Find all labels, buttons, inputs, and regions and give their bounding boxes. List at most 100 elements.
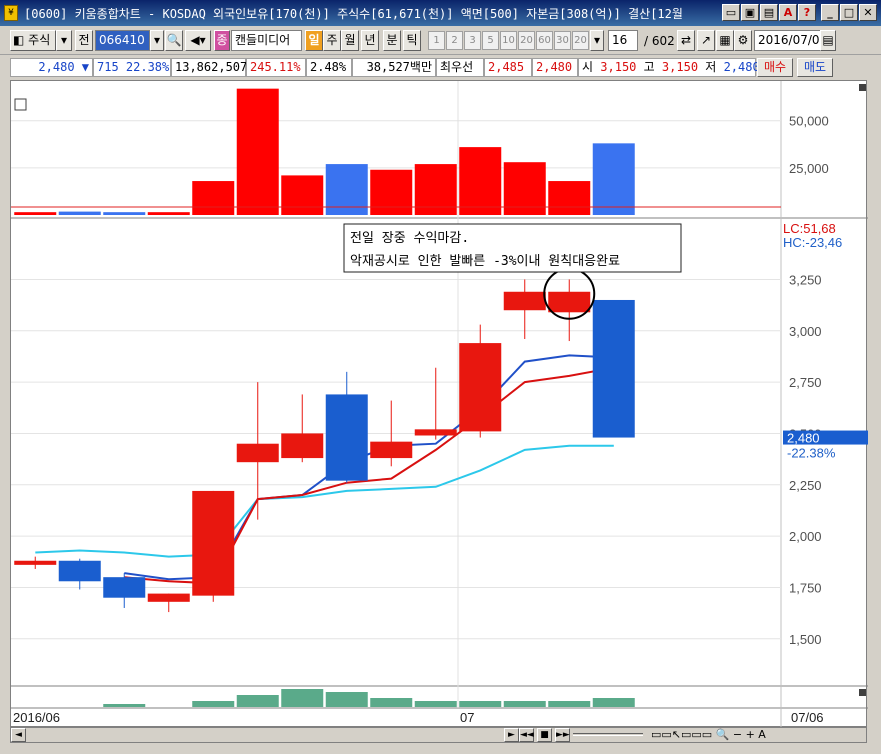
- maximize-icon[interactable]: □: [840, 4, 858, 21]
- price-tag-label: 2,480: [787, 431, 820, 446]
- stock-code-input[interactable]: 066410: [95, 30, 150, 51]
- price-tick-label: 3,000: [789, 324, 822, 339]
- open-value: 3,150: [600, 60, 637, 74]
- current-price: 2,480 ▼: [10, 58, 93, 77]
- pct-tag-label: -22.38%: [787, 446, 836, 461]
- annotation-box: 전일 장중 수익마감. 악재공시로 인한 발빠른 -3%이내 원칙대응완료: [343, 223, 682, 273]
- title-bar: ¥ [0600] 키움종합차트 - KOSDAQ 외국인보유[170(천)] 주…: [0, 0, 881, 26]
- market-type-label: 주식: [28, 33, 51, 47]
- volume-bar: [192, 181, 235, 215]
- line-tool-icon[interactable]: ↗: [697, 30, 715, 51]
- scroll-forward-button[interactable]: ►►: [555, 728, 570, 742]
- sell-button[interactable]: 매도: [797, 58, 833, 77]
- period-5[interactable]: 5: [482, 31, 499, 50]
- volume-bar: [281, 175, 324, 215]
- annotation-text: 악재공시로 인한 발빠른 -3%이내 원칙대응완료: [350, 254, 620, 269]
- volume-bar: [103, 212, 146, 215]
- close-icon[interactable]: ✕: [859, 4, 877, 21]
- scroll-left-button[interactable]: ◄: [11, 728, 26, 742]
- prev-button[interactable]: 전: [75, 30, 93, 51]
- zoom-slider[interactable]: [573, 733, 643, 736]
- search-icon[interactable]: 🔍: [165, 30, 183, 51]
- tab-period-tick[interactable]: 틱: [403, 30, 421, 51]
- count-input[interactable]: 16: [608, 30, 638, 51]
- candle-body: [592, 299, 635, 438]
- chart-mode-icon: ◧: [13, 33, 25, 47]
- volume-tick-label: 25,000: [789, 161, 829, 176]
- period-dropdown-icon[interactable]: ▾: [590, 30, 604, 51]
- toolbar: ◧ 주식 ▾ 전 066410 ▾ 🔍 ◀▾ 종 캔들미디어 일 주 월 년 분…: [0, 26, 881, 55]
- minimize-icon[interactable]: _: [821, 4, 839, 21]
- gear-icon[interactable]: ⚙: [734, 30, 752, 51]
- volume-bar: [370, 169, 413, 215]
- best-bid: 2,480: [532, 58, 578, 77]
- candle-body: [459, 343, 502, 432]
- ma-long-line: [35, 444, 614, 558]
- collapse-volume-icon: [859, 84, 866, 91]
- histogram-bar: [236, 695, 279, 707]
- high-label: 고: [643, 60, 655, 74]
- candle-body: [14, 560, 57, 565]
- tile-icon[interactable]: ▤: [760, 4, 778, 21]
- zoom-tools[interactable]: ▭▭↖▭▭▭ 🔍 − + A: [651, 728, 766, 742]
- period-30[interactable]: 30: [554, 31, 571, 50]
- period-2[interactable]: 2: [446, 31, 463, 50]
- window-title: [0600] 키움종합차트 - KOSDAQ 외국인보유[170(천)] 주식수…: [24, 7, 683, 21]
- period-60[interactable]: 60: [536, 31, 553, 50]
- histogram-bar: [459, 701, 502, 707]
- market-dropdown-icon[interactable]: ▾: [56, 30, 72, 51]
- period-1[interactable]: 1: [428, 31, 445, 50]
- low-label: 저: [705, 60, 717, 74]
- code-dropdown-icon[interactable]: ▾: [150, 30, 164, 51]
- calendar-icon[interactable]: ▤: [820, 30, 836, 51]
- tab-period-month[interactable]: 월: [341, 30, 359, 51]
- collapse-histogram-icon: [859, 689, 866, 696]
- tab-period-minute[interactable]: 분: [383, 30, 401, 51]
- period-20[interactable]: 20: [518, 31, 535, 50]
- date-input[interactable]: 2016/07/0: [754, 30, 824, 51]
- font-icon[interactable]: A: [779, 4, 797, 21]
- best-label: 최우선: [436, 58, 484, 77]
- window-icon[interactable]: ▣: [741, 4, 759, 21]
- histogram-bar: [548, 701, 591, 707]
- scroll-play-button[interactable]: ►: [504, 728, 519, 742]
- chart-canvas[interactable]: 25,00050,0001,5001,7502,0002,2502,5002,7…: [11, 81, 868, 728]
- candle-body: [58, 560, 101, 582]
- app-icon: ¥: [4, 5, 18, 21]
- chart-frame[interactable]: 25,00050,0001,5001,7502,0002,2502,5002,7…: [10, 80, 868, 728]
- histogram-bar: [325, 692, 368, 707]
- price-tick-label: 2,750: [789, 375, 822, 390]
- tab-period-day[interactable]: 일: [305, 30, 323, 51]
- market-type-select[interactable]: ◧ 주식: [10, 30, 56, 51]
- volume-value: 13,862,507: [171, 58, 247, 77]
- scroll-stop-button[interactable]: ■: [537, 728, 552, 742]
- volume-bar: [147, 212, 190, 215]
- period-10[interactable]: 10: [500, 31, 517, 50]
- volume-bar: [58, 211, 101, 215]
- scroll-rewind-button[interactable]: ◄◄: [519, 728, 534, 742]
- tab-period-year[interactable]: 년: [361, 30, 379, 51]
- buy-button[interactable]: 매수: [757, 58, 793, 77]
- tab-period-week[interactable]: 주: [323, 30, 341, 51]
- candle-body: [370, 441, 413, 459]
- chart-scrollbar[interactable]: ◄ ► ◄◄ ■ ►► ▭▭↖▭▭▭ 🔍 − + A: [10, 727, 867, 743]
- volume-tick-label: 50,000: [789, 114, 829, 129]
- volume-bar: [548, 181, 591, 215]
- help-icon[interactable]: ?: [798, 4, 816, 21]
- histogram-bar: [103, 704, 146, 707]
- total-count: / 602: [644, 34, 675, 48]
- sound-icon[interactable]: ◀▾: [185, 30, 211, 51]
- amount-value: 38,527백만: [352, 58, 436, 77]
- turnover-value: 2.48%: [306, 58, 352, 77]
- volume-ratio: 245.11%: [246, 58, 306, 77]
- candle-body: [192, 490, 235, 596]
- x-axis-label: 2016/06: [13, 710, 60, 725]
- price-value: 2,480: [38, 60, 75, 74]
- tool-icon[interactable]: ⇄: [677, 30, 695, 51]
- period-20b[interactable]: 20: [572, 31, 589, 50]
- chart-setting-icon[interactable]: ▦: [716, 30, 734, 51]
- x-axis-label: 07: [460, 710, 474, 725]
- candle-body: [281, 433, 324, 459]
- period-3[interactable]: 3: [464, 31, 481, 50]
- layout-icon[interactable]: ▭: [722, 4, 740, 21]
